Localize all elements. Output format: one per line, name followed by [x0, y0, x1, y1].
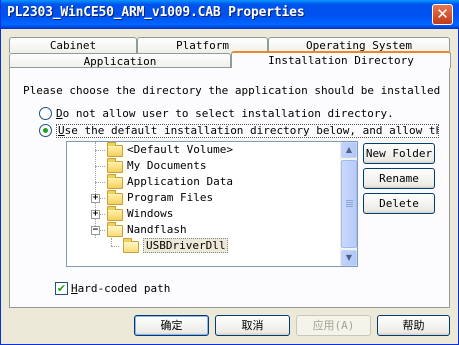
tab-label: Installation Directory	[268, 54, 414, 67]
folder-icon	[107, 206, 123, 221]
tree-node-program-files[interactable]: + Program Files	[67, 190, 337, 206]
label-rest: se the default installation directory be…	[64, 124, 439, 137]
close-icon: ✕	[436, 5, 449, 23]
title-bar[interactable]: PL2303_WinCE50_ARM_v1009.CAB Properties …	[1, 0, 459, 29]
tree-scrollbar[interactable]: ▲ ▼	[340, 142, 357, 266]
tab-panel: Please choose the directory the applicat…	[9, 67, 450, 308]
expand-plus-icon[interactable]: +	[91, 210, 100, 219]
scroll-down-button[interactable]: ▼	[341, 250, 357, 266]
tree-node-label: Windows	[127, 207, 174, 220]
properties-dialog: PL2303_WinCE50_ARM_v1009.CAB Properties …	[0, 0, 459, 345]
folder-icon	[107, 190, 123, 205]
delete-button[interactable]: Delete	[363, 193, 435, 214]
button-label: New Folder	[365, 147, 433, 160]
hardcoded-path-checkbox[interactable]: ✔	[55, 282, 68, 295]
folder-icon	[107, 158, 123, 173]
expand-plus-icon[interactable]: +	[91, 194, 100, 203]
button-label: 帮助	[402, 319, 425, 332]
apply-button: 应用(A)	[296, 315, 371, 336]
tree-node-label: My Documents	[127, 159, 207, 172]
open-folder-icon	[123, 238, 139, 253]
radio-no-select-label[interactable]: Do not allow user to select installation…	[56, 107, 394, 120]
button-label: 确定	[160, 319, 183, 332]
grip-line	[346, 202, 353, 203]
mnemonic: H	[71, 282, 78, 295]
tree-node-label: Application Data	[127, 175, 233, 188]
label-rest: o not allow user to select installation …	[62, 107, 394, 120]
tree-node-default-volume[interactable]: <Default Volume>	[67, 142, 337, 158]
checkmark-icon: ✔	[56, 282, 67, 295]
button-label: Rename	[379, 172, 419, 185]
window-title: PL2303_WinCE50_ARM_v1009.CAB Properties	[7, 5, 305, 20]
rename-button[interactable]: Rename	[363, 168, 435, 189]
grip-line	[346, 206, 353, 207]
grip-line	[346, 204, 353, 205]
open-folder-icon	[107, 222, 123, 237]
tree-node-windows[interactable]: + Windows	[67, 206, 337, 222]
scroll-thumb[interactable]	[341, 160, 357, 248]
collapse-minus-icon[interactable]: −	[91, 226, 100, 235]
hardcoded-path-label[interactable]: Hard-coded path	[71, 282, 170, 295]
button-label: Delete	[379, 197, 419, 210]
tab-installation-directory[interactable]: Installation Directory	[231, 51, 451, 68]
mnemonic: U	[58, 124, 65, 137]
tree-node-label-selected: USBDriverDll	[143, 238, 229, 253]
close-button[interactable]: ✕	[432, 4, 453, 25]
tab-label: Cabinet	[49, 39, 97, 52]
tree-node-my-documents[interactable]: My Documents	[67, 158, 337, 174]
radio-no-select[interactable]	[39, 107, 52, 120]
button-label: 取消	[241, 319, 264, 332]
directory-tree[interactable]: <Default Volume> My Documents Applicatio…	[66, 141, 358, 267]
tree-node-application-data[interactable]: Application Data	[67, 174, 337, 190]
ok-button[interactable]: 确定	[134, 315, 209, 336]
help-button[interactable]: 帮助	[377, 315, 450, 336]
scroll-up-button[interactable]: ▲	[341, 142, 357, 158]
tree-node-label: Program Files	[127, 191, 214, 204]
tree-node-label: Nandflash	[127, 223, 187, 236]
radio-default-dir[interactable]	[39, 124, 52, 137]
tab-application[interactable]: Application	[9, 53, 231, 68]
label-rest: ard-coded path	[77, 282, 171, 295]
tree-node-usbdriverdll[interactable]: USBDriverDll	[67, 238, 337, 254]
tree-node-label: <Default Volume>	[127, 143, 233, 156]
tree-node-nandflash[interactable]: − Nandflash	[67, 222, 337, 238]
instruction-text: Please choose the directory the applicat…	[23, 84, 441, 97]
grip-line	[346, 200, 353, 201]
tab-cabinet[interactable]: Cabinet	[9, 37, 137, 53]
mnemonic: D	[56, 107, 63, 120]
new-folder-button[interactable]: New Folder	[363, 143, 435, 164]
tab-label: Platform	[176, 39, 229, 52]
radio-default-dir-label[interactable]: Use the default installation directory b…	[56, 124, 439, 138]
button-label: 应用(A)	[312, 319, 355, 332]
cancel-button[interactable]: 取消	[215, 315, 290, 336]
folder-icon	[107, 174, 123, 189]
folder-icon	[107, 142, 123, 157]
